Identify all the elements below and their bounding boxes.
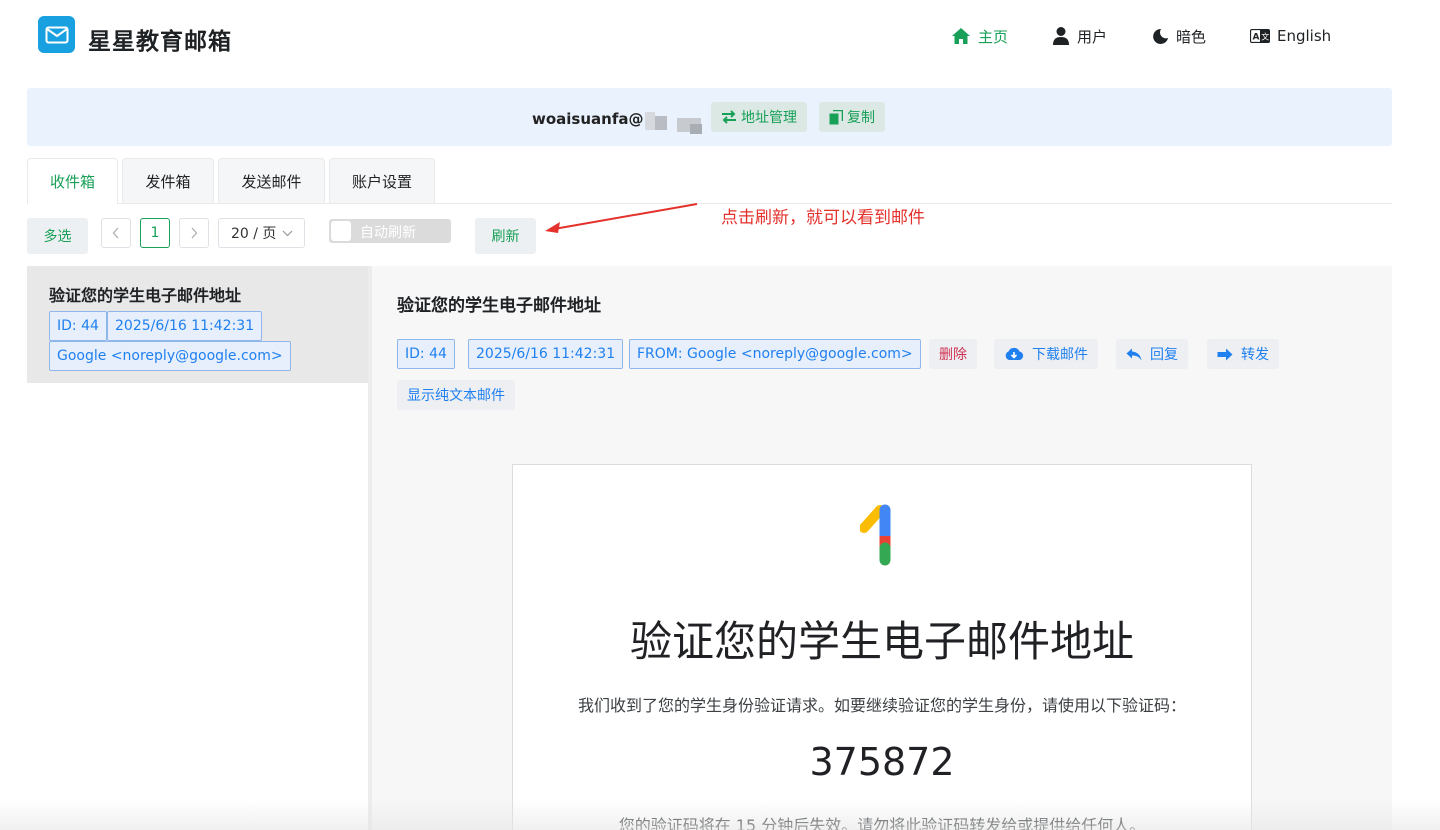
- nav-user[interactable]: 用户: [1052, 24, 1107, 48]
- tab-account-settings[interactable]: 账户设置: [329, 158, 435, 204]
- prev-page-button[interactable]: [101, 218, 131, 248]
- nav-home[interactable]: 主页: [951, 24, 1008, 48]
- nav-language-label: English: [1277, 27, 1332, 45]
- reply-icon: [1126, 348, 1142, 360]
- brand-title[interactable]: 星星教育邮箱: [88, 22, 232, 56]
- download-label: 下载邮件: [1032, 347, 1088, 363]
- mail-list-id-tag: ID: 44: [49, 311, 107, 341]
- redacted-block: [645, 112, 655, 130]
- app-header: 星星教育邮箱 主页 用户 暗色 A文 English: [0, 0, 1440, 72]
- copy-label: 复制: [847, 110, 875, 126]
- translate-icon: A文: [1250, 29, 1270, 43]
- page-size-select[interactable]: 20 / 页: [218, 218, 305, 248]
- tab-sent[interactable]: 发件箱: [122, 158, 214, 204]
- forward-label: 转发: [1241, 347, 1269, 363]
- mail-list-date-tag: 2025/6/16 11:42:31: [107, 311, 263, 341]
- auto-refresh-toggle[interactable]: 自动刷新: [329, 219, 451, 243]
- nav-language[interactable]: A文 English: [1250, 24, 1331, 48]
- reply-button[interactable]: 回复: [1116, 339, 1188, 369]
- address-manage-button[interactable]: 地址管理: [711, 102, 807, 132]
- redacted-block: [690, 124, 702, 134]
- refresh-button[interactable]: 刷新: [475, 218, 536, 254]
- delete-label: 删除: [939, 347, 967, 363]
- forward-button[interactable]: 转发: [1207, 339, 1279, 369]
- annotation-arrow: [545, 203, 698, 233]
- address-bar: [27, 88, 1392, 146]
- detail-id-tag: ID: 44: [397, 339, 455, 369]
- moon-icon: [1153, 28, 1168, 44]
- cloud-download-icon: [1005, 347, 1024, 360]
- toggle-knob: [331, 221, 351, 241]
- mail-logo-icon[interactable]: [38, 16, 75, 53]
- home-icon: [952, 28, 970, 44]
- nav-home-label: 主页: [978, 27, 1009, 46]
- detail-from-tag: FROM: Google <noreply@google.com>: [629, 339, 921, 369]
- redacted-block: [655, 116, 667, 130]
- mail-list-subject: 验证您的学生电子邮件地址: [49, 286, 242, 305]
- multi-select-button[interactable]: 多选: [27, 218, 88, 254]
- nav-dark-label: 暗色: [1176, 27, 1207, 46]
- copy-button[interactable]: 复制: [819, 102, 885, 132]
- chevron-right-icon: [191, 227, 198, 239]
- auto-refresh-label: 自动刷新: [360, 225, 416, 241]
- annotation-text: 点击刷新，就可以看到邮件: [721, 208, 925, 228]
- address-manage-label: 地址管理: [741, 110, 797, 126]
- delete-button[interactable]: 删除: [929, 339, 977, 369]
- email-heading: 验证您的学生电子邮件地址: [629, 617, 1134, 666]
- verification-code: 375872: [809, 740, 955, 784]
- detail-date-tag: 2025/6/16 11:42:31: [468, 339, 624, 369]
- email-intro: 我们收到了您的学生身份验证请求。如要继续验证您的学生身份，请使用以下验证码：: [577, 696, 1186, 715]
- svg-text:A: A: [1253, 33, 1260, 43]
- forward-icon: [1217, 348, 1233, 360]
- detail-subject: 验证您的学生电子邮件地址: [397, 296, 601, 316]
- email-address: woaisuanfa@: [532, 110, 644, 128]
- user-icon: [1053, 27, 1069, 45]
- nav-user-label: 用户: [1077, 27, 1108, 46]
- chevron-left-icon: [112, 227, 119, 239]
- plain-text-label: 显示纯文本邮件: [407, 388, 505, 404]
- copy-icon: [829, 109, 843, 124]
- google-one-logo-icon: [860, 504, 891, 566]
- nav-dark-mode[interactable]: 暗色: [1152, 24, 1206, 48]
- page-number-current[interactable]: 1: [140, 218, 170, 248]
- page-size-value: 20 / 页: [231, 226, 277, 242]
- mail-list-from-tag: Google <noreply@google.com>: [49, 341, 291, 371]
- plain-text-button[interactable]: 显示纯文本邮件: [397, 380, 515, 410]
- next-page-button[interactable]: [179, 218, 209, 248]
- download-mail-button[interactable]: 下载邮件: [994, 339, 1098, 369]
- chevron-down-icon: [283, 230, 293, 236]
- tab-compose[interactable]: 发送邮件: [218, 158, 325, 204]
- svg-text:文: 文: [1261, 32, 1269, 42]
- email-note: 您的验证码将在 15 分钟后失效。请勿将此验证码转发给或提供给任何人。: [618, 816, 1146, 830]
- tab-inbox[interactable]: 收件箱: [27, 158, 118, 204]
- reply-label: 回复: [1150, 347, 1178, 363]
- swap-icon: [722, 110, 736, 124]
